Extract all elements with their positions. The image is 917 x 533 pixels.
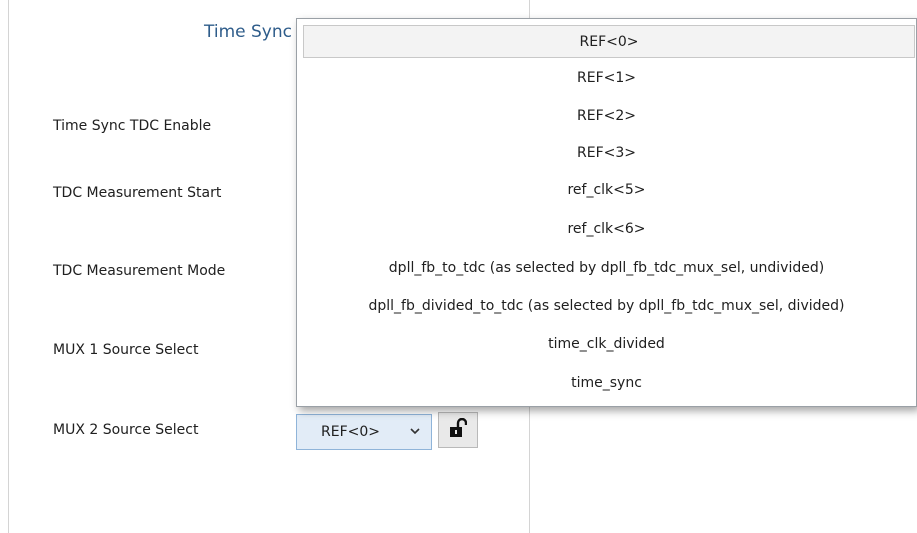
mux2-source-select-label: MUX 2 Source Select bbox=[53, 422, 199, 438]
mux1-source-select-label: MUX 1 Source Select bbox=[53, 342, 199, 358]
chevron-down-icon[interactable] bbox=[409, 425, 421, 437]
option-time-clk-divided[interactable]: time_clk_divided bbox=[297, 328, 916, 361]
unlocked-padlock-icon bbox=[449, 417, 468, 442]
option-ref-3[interactable]: REF<3> bbox=[297, 137, 916, 170]
mux2-selected-value: REF<0> bbox=[321, 424, 380, 440]
option-ref-0[interactable]: REF<0> bbox=[303, 25, 915, 58]
mux-source-options-list[interactable]: REF<0> REF<1> REF<2> REF<3> ref_clk<5> r… bbox=[296, 18, 917, 407]
option-ref-clk-6[interactable]: ref_clk<6> bbox=[297, 213, 916, 246]
option-ref-2[interactable]: REF<2> bbox=[297, 100, 916, 133]
option-dpll-fb-divided-to-tdc[interactable]: dpll_fb_divided_to_tdc (as selected by d… bbox=[297, 290, 916, 323]
tdc-measurement-mode-label: TDC Measurement Mode bbox=[53, 263, 226, 279]
tdc-measurement-start-label: TDC Measurement Start bbox=[53, 185, 222, 201]
option-time-sync[interactable]: time_sync bbox=[297, 367, 916, 400]
option-ref-clk-5[interactable]: ref_clk<5> bbox=[297, 174, 916, 207]
panel-title: Time Sync bbox=[204, 22, 292, 42]
option-dpll-fb-to-tdc[interactable]: dpll_fb_to_tdc (as selected by dpll_fb_t… bbox=[297, 252, 916, 285]
time-sync-tdc-enable-label: Time Sync TDC Enable bbox=[53, 118, 212, 134]
lock-toggle-button[interactable] bbox=[438, 412, 478, 448]
option-ref-1[interactable]: REF<1> bbox=[297, 62, 916, 95]
mux2-source-select-dropdown[interactable]: REF<0> bbox=[296, 414, 432, 450]
